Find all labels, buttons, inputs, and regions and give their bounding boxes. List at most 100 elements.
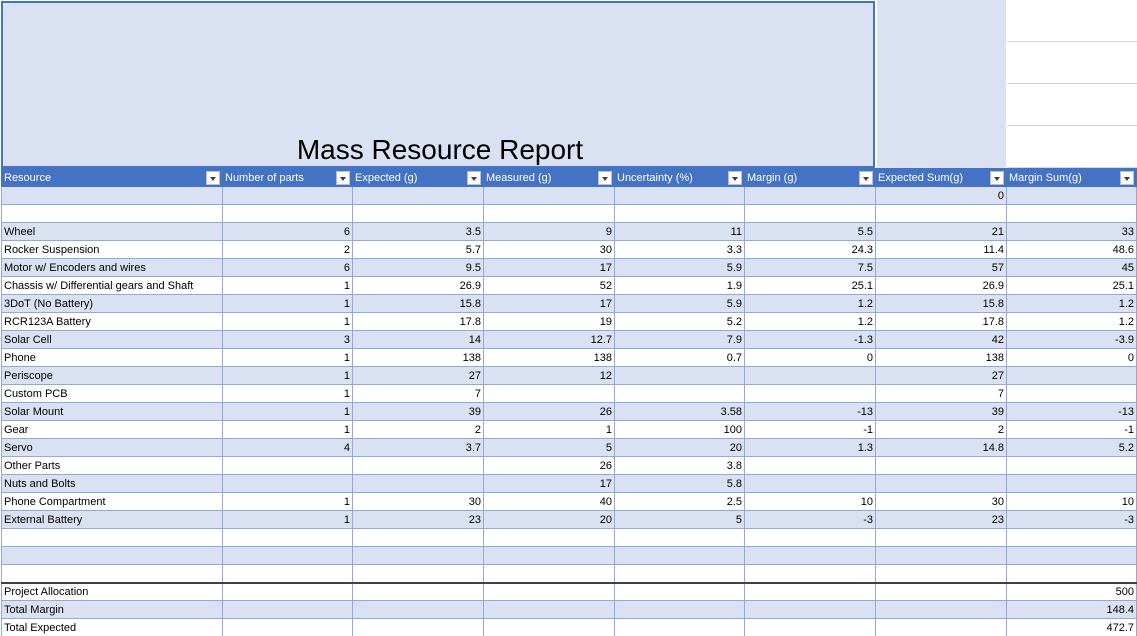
table-cell[interactable]: 4 [222, 438, 353, 457]
table-cell[interactable]: 23 [352, 510, 484, 529]
table-cell[interactable]: 1 [222, 366, 353, 385]
table-cell[interactable]: 27 [352, 366, 484, 385]
table-cell[interactable] [352, 528, 484, 547]
empty-cell[interactable] [1007, 42, 1137, 84]
table-cell[interactable] [352, 600, 484, 619]
table-cell[interactable]: Phone [1, 348, 223, 367]
table-cell[interactable] [1, 528, 223, 547]
table-cell[interactable]: 26 [483, 456, 615, 475]
table-cell[interactable]: 33 [1006, 222, 1137, 241]
table-cell[interactable] [483, 581, 615, 601]
table-cell[interactable] [875, 528, 1007, 547]
table-cell[interactable]: 25.1 [1006, 276, 1137, 295]
column-header[interactable]: Measured (g) [483, 168, 615, 187]
table-cell[interactable]: 1.2 [744, 294, 876, 313]
table-cell[interactable]: Other Parts [1, 456, 223, 475]
table-cell[interactable]: 14 [352, 330, 484, 349]
table-cell[interactable]: 1 [222, 384, 353, 403]
table-cell[interactable]: 1.2 [744, 312, 876, 331]
table-cell[interactable] [1006, 528, 1137, 547]
table-cell[interactable] [222, 204, 353, 223]
table-cell[interactable] [875, 474, 1007, 493]
filter-dropdown-icon[interactable] [467, 171, 481, 185]
table-cell[interactable]: 1.9 [614, 276, 745, 295]
table-cell[interactable]: 11.4 [875, 240, 1007, 259]
table-cell[interactable] [614, 186, 745, 205]
table-cell[interactable]: 7.9 [614, 330, 745, 349]
table-cell[interactable]: 11 [614, 222, 745, 241]
table-cell[interactable]: Wheel [1, 222, 223, 241]
table-cell[interactable]: 3.7 [352, 438, 484, 457]
column-header[interactable]: Number of parts [222, 168, 353, 187]
table-cell[interactable]: 17 [483, 294, 615, 313]
table-cell[interactable]: Chassis w/ Differential gears and Shaft [1, 276, 223, 295]
table-cell[interactable]: Nuts and Bolts [1, 474, 223, 493]
table-cell[interactable] [744, 546, 876, 565]
table-cell[interactable]: 5.7 [352, 240, 484, 259]
table-cell[interactable]: 6 [222, 222, 353, 241]
table-cell[interactable]: 7 [352, 384, 484, 403]
filter-dropdown-icon[interactable] [990, 171, 1004, 185]
table-cell[interactable]: 17.8 [352, 312, 484, 331]
summary-value[interactable]: 500 [1006, 581, 1137, 601]
table-cell[interactable] [744, 384, 876, 403]
table-cell[interactable] [614, 581, 745, 601]
table-cell[interactable]: 20 [614, 438, 745, 457]
table-cell[interactable]: 27 [875, 366, 1007, 385]
table-cell[interactable] [1, 564, 223, 583]
table-cell[interactable]: 3.5 [352, 222, 484, 241]
table-cell[interactable] [614, 384, 745, 403]
table-cell[interactable]: 138 [875, 348, 1007, 367]
table-cell[interactable] [614, 546, 745, 565]
filter-dropdown-icon[interactable] [598, 171, 612, 185]
table-cell[interactable]: 2.5 [614, 492, 745, 511]
table-cell[interactable]: 2 [222, 240, 353, 259]
filter-dropdown-icon[interactable] [336, 171, 350, 185]
table-cell[interactable] [222, 581, 353, 601]
empty-cell[interactable] [1007, 126, 1137, 168]
table-cell[interactable] [352, 186, 484, 205]
table-cell[interactable]: -3 [744, 510, 876, 529]
table-cell[interactable]: 12 [483, 366, 615, 385]
table-cell[interactable]: 5.9 [614, 258, 745, 277]
table-cell[interactable]: 10 [1006, 492, 1137, 511]
table-cell[interactable] [483, 528, 615, 547]
filter-dropdown-icon[interactable] [206, 171, 220, 185]
table-cell[interactable] [1006, 564, 1137, 583]
table-cell[interactable] [744, 366, 876, 385]
table-cell[interactable]: 138 [483, 348, 615, 367]
table-cell[interactable]: Motor w/ Encoders and wires [1, 258, 223, 277]
table-cell[interactable]: 138 [352, 348, 484, 367]
table-cell[interactable]: 12.7 [483, 330, 615, 349]
table-cell[interactable]: 2 [352, 420, 484, 439]
table-cell[interactable]: 26 [483, 402, 615, 421]
table-cell[interactable] [1006, 456, 1137, 475]
table-cell[interactable] [875, 456, 1007, 475]
table-cell[interactable]: 17.8 [875, 312, 1007, 331]
table-cell[interactable] [352, 474, 484, 493]
table-cell[interactable]: 15.8 [875, 294, 1007, 313]
table-cell[interactable]: 26.9 [875, 276, 1007, 295]
table-cell[interactable]: 7.5 [744, 258, 876, 277]
table-cell[interactable]: 14.8 [875, 438, 1007, 457]
table-cell[interactable]: 5.2 [1006, 438, 1137, 457]
table-cell[interactable]: -1 [744, 420, 876, 439]
table-cell[interactable] [744, 581, 876, 601]
table-cell[interactable] [614, 618, 745, 636]
table-cell[interactable] [744, 204, 876, 223]
column-header[interactable]: Expected Sum(g) [875, 168, 1007, 187]
table-cell[interactable] [744, 600, 876, 619]
table-cell[interactable]: 26.9 [352, 276, 484, 295]
table-cell[interactable]: 1 [222, 312, 353, 331]
table-cell[interactable] [744, 186, 876, 205]
filter-dropdown-icon[interactable] [1120, 171, 1134, 185]
table-cell[interactable]: 0 [744, 348, 876, 367]
table-cell[interactable]: Servo [1, 438, 223, 457]
table-cell[interactable] [1006, 384, 1137, 403]
table-cell[interactable] [222, 564, 353, 583]
table-cell[interactable]: RCR123A Battery [1, 312, 223, 331]
table-cell[interactable]: 1 [222, 402, 353, 421]
table-cell[interactable] [483, 618, 615, 636]
table-cell[interactable]: Solar Cell [1, 330, 223, 349]
table-cell[interactable] [744, 456, 876, 475]
